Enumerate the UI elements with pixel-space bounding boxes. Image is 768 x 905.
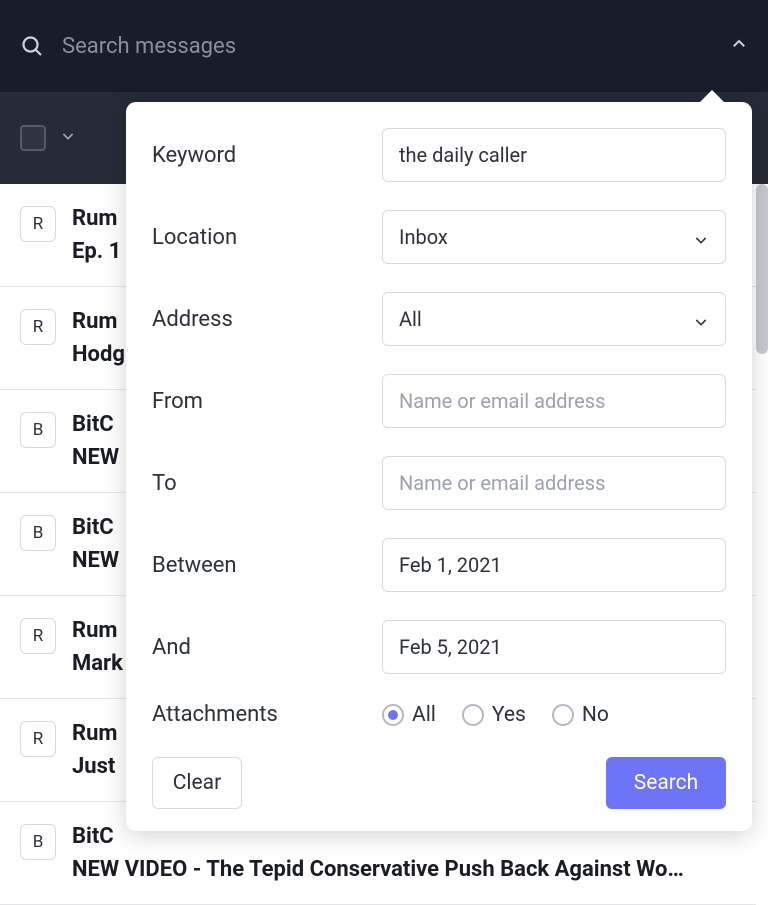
row-between: Between Feb 1, 2021 bbox=[152, 538, 726, 592]
attachments-radio-group: All Yes No bbox=[382, 703, 609, 727]
radio-icon bbox=[462, 704, 484, 726]
label-between: Between bbox=[152, 553, 382, 578]
to-input[interactable]: Name or email address bbox=[382, 456, 726, 510]
message-snippet: RumJust bbox=[72, 717, 117, 783]
address-select[interactable]: All bbox=[382, 292, 726, 346]
radio-icon bbox=[382, 704, 404, 726]
avatar: R bbox=[20, 618, 56, 654]
select-menu-chevron[interactable] bbox=[60, 128, 76, 148]
avatar: R bbox=[20, 309, 56, 345]
select-all-checkbox[interactable] bbox=[20, 125, 46, 151]
attachments-radio-all[interactable]: All bbox=[382, 703, 436, 727]
message-snippet: RumHodg bbox=[72, 305, 125, 371]
label-address: Address bbox=[152, 307, 382, 332]
label-location: Location bbox=[152, 225, 382, 250]
between-date-input[interactable]: Feb 1, 2021 bbox=[382, 538, 726, 592]
attachments-radio-no[interactable]: No bbox=[552, 703, 609, 727]
row-address: Address All bbox=[152, 292, 726, 346]
row-attachments: Attachments All Yes No bbox=[152, 702, 726, 727]
label-from: From bbox=[152, 389, 382, 414]
radio-icon bbox=[552, 704, 574, 726]
scrollbar[interactable] bbox=[756, 184, 768, 354]
message-snippet: BitCNEW bbox=[72, 408, 119, 474]
search-icon bbox=[20, 34, 44, 58]
message-snippet: RumMark bbox=[72, 614, 123, 680]
avatar: B bbox=[20, 824, 56, 860]
label-to: To bbox=[152, 471, 382, 496]
attachments-radio-yes[interactable]: Yes bbox=[462, 703, 526, 727]
search-placeholder: Search messages bbox=[62, 34, 730, 59]
advanced-search-panel: Keyword the daily caller Location Inbox … bbox=[126, 102, 752, 831]
and-date-input[interactable]: Feb 5, 2021 bbox=[382, 620, 726, 674]
avatar: B bbox=[20, 412, 56, 448]
message-snippet: BitCNEW bbox=[72, 511, 119, 577]
from-input[interactable]: Name or email address bbox=[382, 374, 726, 428]
search-button[interactable]: Search bbox=[606, 757, 726, 809]
row-and: And Feb 5, 2021 bbox=[152, 620, 726, 674]
label-and: And bbox=[152, 635, 382, 660]
chevron-down-icon bbox=[693, 229, 709, 245]
row-location: Location Inbox bbox=[152, 210, 726, 264]
search-bar[interactable]: Search messages bbox=[0, 0, 768, 92]
label-keyword: Keyword bbox=[152, 143, 382, 168]
keyword-input[interactable]: the daily caller bbox=[382, 128, 726, 182]
clear-button[interactable]: Clear bbox=[152, 757, 242, 809]
chevron-down-icon bbox=[693, 311, 709, 327]
row-keyword: Keyword the daily caller bbox=[152, 128, 726, 182]
avatar: R bbox=[20, 721, 56, 757]
avatar: B bbox=[20, 515, 56, 551]
collapse-search-icon[interactable] bbox=[730, 35, 748, 57]
label-attachments: Attachments bbox=[152, 702, 382, 727]
avatar: R bbox=[20, 206, 56, 242]
location-select[interactable]: Inbox bbox=[382, 210, 726, 264]
row-to: To Name or email address bbox=[152, 456, 726, 510]
panel-footer: Clear Search bbox=[152, 757, 726, 809]
row-from: From Name or email address bbox=[152, 374, 726, 428]
message-snippet: RumEp. 1 bbox=[72, 202, 121, 268]
